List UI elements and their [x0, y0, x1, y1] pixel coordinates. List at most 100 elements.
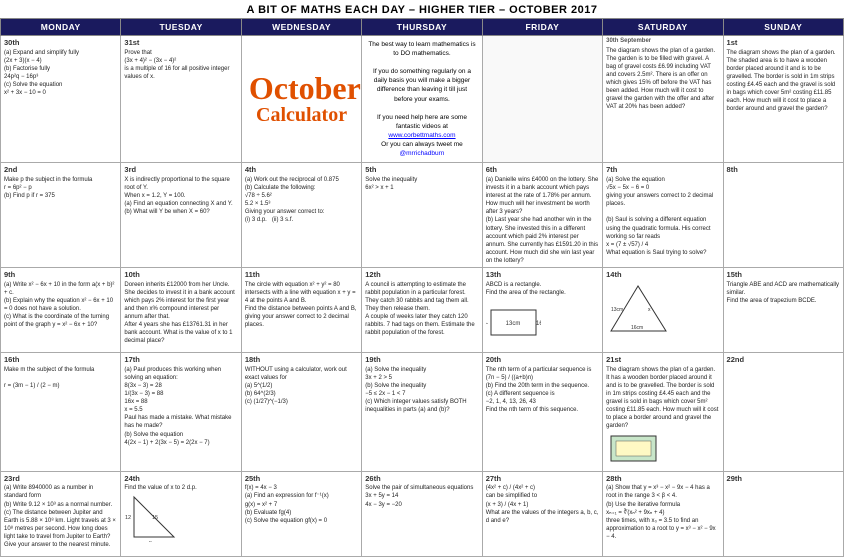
october-text: October: [249, 72, 354, 104]
day-number: 20th: [486, 355, 599, 365]
day-number: 11th: [245, 270, 358, 280]
cell-text: ABCD is a rectangle.Find the area of the…: [486, 281, 599, 343]
day-number: 30th September: [606, 38, 719, 46]
day-number: 31st: [124, 38, 237, 48]
cell-text: The diagram shows the plan of a garden. …: [606, 47, 719, 112]
cell-text: The circle with equation x² + y² = 80 in…: [245, 281, 358, 330]
cell-fri-empty: [482, 36, 602, 163]
cell-text: (a) Paul produces this working when solv…: [124, 366, 237, 447]
day-number: 19th: [365, 355, 478, 365]
cell-text: Solve the inequality6x² > x + 1: [365, 176, 478, 192]
day-number: 2nd: [4, 165, 117, 175]
cell-text: Triangle ABE and ACD are mathematically …: [727, 281, 840, 305]
cell-tue-24: 24th Find the value of x to 2 d.p. x 12 …: [121, 471, 241, 556]
cell-tue-31: 31st Prove that(3x + 4)² − (3x − 4)²is a…: [121, 36, 241, 163]
cell-text: The nth term of a particular sequence is…: [486, 366, 599, 415]
cell-text: (a) Write 8940000 as a number in standar…: [4, 484, 117, 549]
svg-text:15: 15: [152, 515, 158, 521]
garden-diagram-21: [606, 431, 661, 466]
week-row-1: 30th (a) Expand and simplify fully(2x + …: [1, 36, 844, 163]
day-number: 24th: [124, 474, 237, 484]
header-thursday: THURSDAY: [362, 19, 482, 36]
cell-fri-20: 20th The nth term of a particular sequen…: [482, 353, 602, 472]
cell-text: Make m the subject of the formula r = (3…: [4, 366, 117, 390]
cell-sat-21: 21st The diagram shows the plan of a gar…: [603, 353, 723, 472]
cell-text: Prove that(3x + 4)² − (3x − 4)²is a mult…: [124, 49, 237, 81]
svg-text:16cm: 16cm: [536, 321, 541, 327]
rectangle-diagram: 13cm ? 16cm: [486, 305, 541, 340]
october-calculator-header: October Calculator: [245, 68, 358, 130]
cell-text: X is indirectly proportional to the squa…: [124, 176, 237, 216]
header-saturday: SATURDAY: [603, 19, 723, 36]
day-number: 12th: [365, 270, 478, 280]
cell-text: (a) Show that y = x³ − x² − 9x − 4 has a…: [606, 484, 719, 541]
day-number: 17th: [124, 355, 237, 365]
cell-thu-19: 19th (a) Solve the inequality 3x + 2 > 5…: [362, 353, 482, 472]
cell-text: Find the value of x to 2 d.p. x 12 15: [124, 484, 237, 545]
day-number: 1st: [727, 38, 840, 48]
day-number: 29th: [727, 474, 840, 484]
triangle-diagram: 16cm 13cm x: [606, 281, 671, 336]
cell-sat-30sep: 30th September The diagram shows the pla…: [603, 36, 723, 163]
day-number: 30th: [4, 38, 117, 48]
day-number: 18th: [245, 355, 358, 365]
cell-sun-8: 8th: [723, 163, 843, 268]
cell-text: (a) Expand and simplify fully(2x + 3)(x …: [4, 49, 117, 98]
cell-text: The diagram shows the plan of a garden. …: [606, 366, 719, 469]
day-number: 28th: [606, 474, 719, 484]
cell-wed-25: 25th f(x) = 4x − 3 (a) Find an expressio…: [241, 471, 361, 556]
cell-text: (a) Write x² − 6x + 10 in the form a(x +…: [4, 281, 117, 330]
week-row-3: 9th (a) Write x² − 6x + 10 in the form a…: [1, 268, 844, 353]
cell-text: (a) Solve the equation √5x − 5x − 6 = 0 …: [606, 176, 719, 257]
cell-sat-28: 28th (a) Show that y = x³ − x² − 9x − 4 …: [603, 471, 723, 556]
cell-thu-intro: The best way to learn mathematics is to …: [362, 36, 482, 163]
header-wednesday: WEDNESDAY: [241, 19, 361, 36]
cell-text: Solve the pair of simultaneous equations…: [365, 484, 478, 508]
cell-text: (4x² + c) / (4x² + c) can be simplified …: [486, 484, 599, 524]
cell-thu-26: 26th Solve the pair of simultaneous equa…: [362, 471, 482, 556]
svg-text:13cm: 13cm: [611, 307, 623, 313]
day-number: 21st: [606, 355, 719, 365]
cell-mon-9: 9th (a) Write x² − 6x + 10 in the form a…: [1, 268, 121, 353]
corbettmaths-link[interactable]: www.corbettmaths.com: [388, 132, 455, 139]
svg-text:12: 12: [125, 515, 131, 521]
day-number: 8th: [727, 165, 840, 175]
svg-text:13cm: 13cm: [505, 321, 520, 327]
cell-tue-3: 3rd X is indirectly proportional to the …: [121, 163, 241, 268]
cell-fri-13: 13th ABCD is a rectangle.Find the area o…: [482, 268, 602, 353]
header-monday: MONDAY: [1, 19, 121, 36]
cell-wed-oct: October Calculator: [241, 36, 361, 163]
cell-text: f(x) = 4x − 3 (a) Find an expression for…: [245, 484, 358, 524]
cell-sat-14: 14th 16cm 13cm x: [603, 268, 723, 353]
cell-mon-23: 23rd (a) Write 8940000 as a number in st…: [1, 471, 121, 556]
cell-text: (a) Work out the reciprocal of 0.875 (b)…: [245, 176, 358, 225]
cell-mon-16: 16th Make m the subject of the formula r…: [1, 353, 121, 472]
day-number: 6th: [486, 165, 599, 175]
header-sunday: SUNDAY: [723, 19, 843, 36]
cell-text: The diagram shows the plan of a garden. …: [727, 49, 840, 114]
cell-sat-7: 7th (a) Solve the equation √5x − 5x − 6 …: [603, 163, 723, 268]
svg-text:x: x: [648, 307, 651, 313]
day-number: 9th: [4, 270, 117, 280]
cell-thu-5: 5th Solve the inequality6x² > x + 1: [362, 163, 482, 268]
cell-mon-30: 30th (a) Expand and simplify fully(2x + …: [1, 36, 121, 163]
cell-text: A council is attempting to estimate the …: [365, 281, 478, 338]
day-number: 4th: [245, 165, 358, 175]
cell-fri-6: 6th (a) Danielle wins £4000 on the lotte…: [482, 163, 602, 268]
cell-text: Doreen inherits £12000 from her Uncle. S…: [124, 281, 237, 346]
cell-sun-1: 1st The diagram shows the plan of a gard…: [723, 36, 843, 163]
cell-text: Make p the subject in the formula r = 6p…: [4, 176, 117, 200]
cell-tue-17: 17th (a) Paul produces this working when…: [121, 353, 241, 472]
calendar-table: MONDAY TUESDAY WEDNESDAY THURSDAY FRIDAY…: [0, 18, 844, 557]
week-row-2: 2nd Make p the subject in the formula r …: [1, 163, 844, 268]
svg-text:?: ?: [486, 321, 490, 325]
day-number: 22nd: [727, 355, 840, 365]
main-title: A BIT OF MATHS EACH DAY – HIGHER TIER – …: [0, 0, 844, 18]
header-row: MONDAY TUESDAY WEDNESDAY THURSDAY FRIDAY…: [1, 19, 844, 36]
header-tuesday: TUESDAY: [121, 19, 241, 36]
day-number: 5th: [365, 165, 478, 175]
day-number: 13th: [486, 270, 599, 280]
cell-text: (a) Solve the inequality 3x + 2 > 5 (b) …: [365, 366, 478, 415]
day-number: 23rd: [4, 474, 117, 484]
day-number: 3rd: [124, 165, 237, 175]
